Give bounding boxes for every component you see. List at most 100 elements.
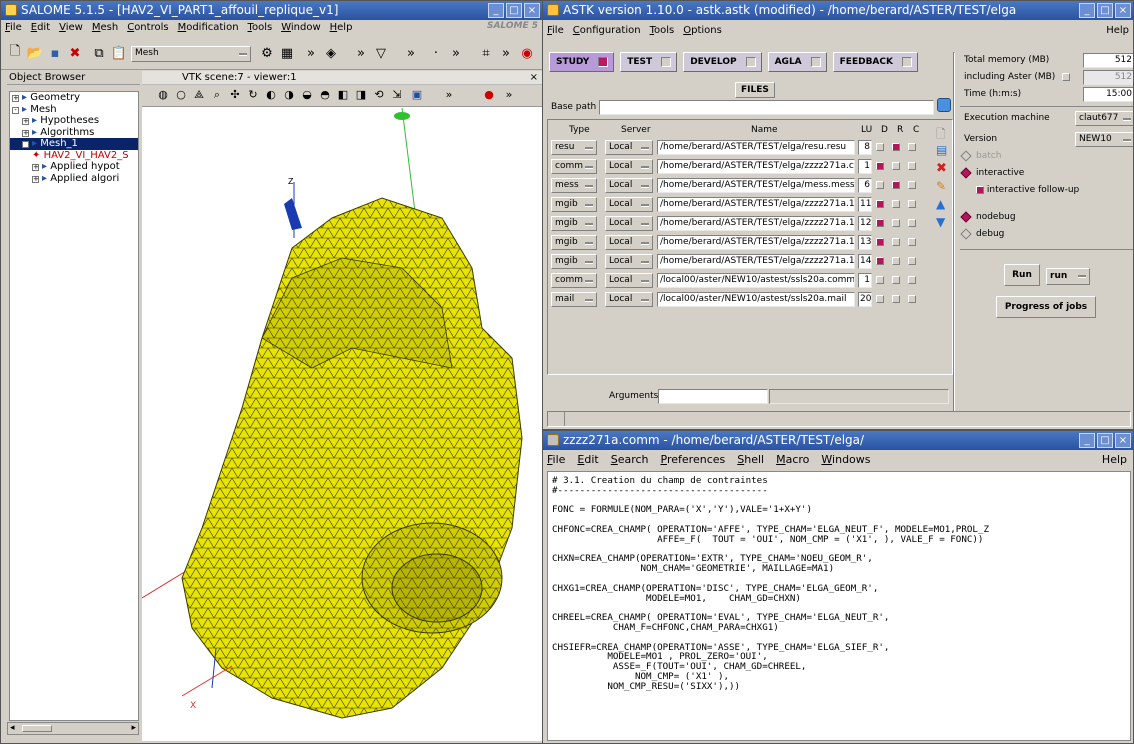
file-type-select[interactable]: mail xyxy=(551,292,597,307)
pan-icon[interactable]: ⟁ xyxy=(192,88,206,102)
compute-icon[interactable]: ◈ xyxy=(321,43,341,63)
file-server-select[interactable]: Local xyxy=(605,159,653,174)
left-view-icon[interactable]: ◧ xyxy=(336,88,350,102)
edit-file-icon[interactable]: ✎ xyxy=(936,179,952,197)
file-c-checkbox[interactable] xyxy=(908,162,916,170)
file-c-checkbox[interactable] xyxy=(908,238,916,246)
delete-file-icon[interactable]: ✖ xyxy=(936,161,952,179)
graduated-axes-icon[interactable]: ▣ xyxy=(410,88,424,102)
including-aster-input[interactable]: 512 xyxy=(1083,70,1133,85)
file-r-checkbox[interactable] xyxy=(892,200,900,208)
reset-view-icon[interactable]: ⟲ xyxy=(372,88,386,102)
close-icon[interactable]: × xyxy=(1115,3,1131,18)
menu-help[interactable]: Help xyxy=(330,20,353,35)
file-type-select[interactable]: resu xyxy=(551,140,597,155)
editor-menu-help[interactable]: Help xyxy=(1102,453,1127,466)
expand-icon[interactable]: - xyxy=(22,141,29,148)
tree-item-4[interactable]: - ▸ Mesh_1 xyxy=(10,138,138,150)
file-r-checkbox[interactable] xyxy=(892,162,900,170)
vtk-viewer[interactable]: VTK scene:7 - viewer:1 × ◍ ○ ⟁ ⌕ ✣ ↻ ◐ ◑… xyxy=(141,71,542,741)
close-icon[interactable]: × xyxy=(524,3,540,18)
menu-edit[interactable]: Edit xyxy=(31,20,50,35)
more-arrows-icon[interactable]: » xyxy=(502,88,516,102)
tree-item-0[interactable]: + ▸ Geometry xyxy=(10,92,138,104)
file-r-checkbox[interactable] xyxy=(892,257,900,265)
file-server-select[interactable]: Local xyxy=(605,292,653,307)
salome-titlebar[interactable]: SALOME 5.1.5 - [HAV2_VI_PART1_affouil_re… xyxy=(1,1,542,20)
time-input[interactable]: 15:00 xyxy=(1083,87,1133,102)
nodebug-radio[interactable] xyxy=(960,210,972,223)
astk-titlebar[interactable]: ASTK version 1.10.0 - astk.astk (modifie… xyxy=(543,1,1133,20)
menu-tools[interactable]: Tools xyxy=(248,20,273,35)
version-select[interactable]: NEW10 xyxy=(1075,132,1133,147)
progress-of-jobs-button[interactable]: Progress of jobs xyxy=(996,296,1096,318)
dump-view-icon[interactable]: ◍ xyxy=(156,88,170,102)
file-r-checkbox[interactable] xyxy=(892,238,900,246)
file-r-checkbox[interactable] xyxy=(892,219,900,227)
save-icon[interactable]: ▪ xyxy=(45,43,65,63)
file-server-select[interactable]: Local xyxy=(605,178,653,193)
batch-radio[interactable] xyxy=(960,149,972,162)
editor-menu-macro[interactable]: Macro xyxy=(776,450,809,470)
fit-all-icon[interactable]: ✣ xyxy=(228,88,242,102)
file-c-checkbox[interactable] xyxy=(908,276,916,284)
viewer-close-icon[interactable]: × xyxy=(530,71,538,85)
menu-view[interactable]: View xyxy=(59,20,83,35)
mode-agla-button[interactable]: AGLA xyxy=(767,52,827,72)
astk-menu-configuration[interactable]: Configuration xyxy=(573,20,641,42)
scroll-thumb[interactable] xyxy=(22,725,52,732)
new-file-icon[interactable]: 🗋 xyxy=(936,125,952,143)
file-c-checkbox[interactable] xyxy=(908,257,916,265)
file-d-checkbox[interactable] xyxy=(876,181,884,189)
paste-icon[interactable]: 📋 xyxy=(109,43,129,63)
expand-icon[interactable]: + xyxy=(32,175,39,183)
menu-controls[interactable]: Controls xyxy=(127,20,168,35)
module-select[interactable]: Mesh xyxy=(131,46,251,62)
maximize-icon[interactable]: □ xyxy=(1097,433,1113,448)
file-server-select[interactable]: Local xyxy=(605,216,653,231)
file-path-input[interactable]: /home/berard/ASTER/TEST/elga/mess.mess xyxy=(657,178,855,193)
file-lu-input[interactable]: 13 xyxy=(858,235,872,250)
file-path-input[interactable]: /home/berard/ASTER/TEST/elga/zzzz271a.13 xyxy=(657,235,855,250)
file-type-select[interactable]: mess xyxy=(551,178,597,193)
interactive-followup-checkbox[interactable] xyxy=(976,185,984,194)
file-server-select[interactable]: Local xyxy=(605,254,653,269)
mode-feedback-button[interactable]: FEEDBACK xyxy=(832,52,918,72)
rotate-icon[interactable]: ↻ xyxy=(246,88,260,102)
maximize-icon[interactable]: □ xyxy=(506,3,522,18)
trihedron-icon[interactable]: ○ xyxy=(174,88,188,102)
mode-test-button[interactable]: TEST xyxy=(620,52,678,72)
file-type-select[interactable]: comm xyxy=(551,273,597,288)
file-d-checkbox[interactable] xyxy=(876,162,884,170)
file-path-input[interactable]: /home/berard/ASTER/TEST/elga/zzzz271a.12 xyxy=(657,216,855,231)
more-arrows-icon[interactable]: » xyxy=(446,43,466,63)
editor-menu-edit[interactable]: Edit xyxy=(577,450,598,470)
more-arrows-icon[interactable]: » xyxy=(301,43,321,63)
arguments-input[interactable] xyxy=(658,389,768,404)
record-icon[interactable]: ● xyxy=(482,88,496,102)
object-browser-scrollbar[interactable]: ◂ ▸ xyxy=(7,722,139,735)
file-lu-input[interactable]: 8 xyxy=(858,140,872,155)
menu-modification[interactable]: Modification xyxy=(178,20,239,35)
interactive-radio[interactable] xyxy=(960,166,972,179)
menu-window[interactable]: Window xyxy=(281,20,320,35)
editor-menu-search[interactable]: Search xyxy=(611,450,649,470)
file-server-select[interactable]: Local xyxy=(605,140,653,155)
file-path-input[interactable]: /home/berard/ASTER/TEST/elga/zzzz271a.11 xyxy=(657,197,855,212)
top-view-icon[interactable]: ◒ xyxy=(300,88,314,102)
scaling-icon[interactable]: ⇲ xyxy=(390,88,404,102)
open-file-icon[interactable]: ▤ xyxy=(936,143,952,161)
stop-icon[interactable]: ◉ xyxy=(517,43,537,63)
more-arrows-icon[interactable]: » xyxy=(442,88,456,102)
exec-machine-select[interactable]: claut677 xyxy=(1075,111,1133,126)
file-path-input[interactable]: /home/berard/ASTER/TEST/elga/resu.resu xyxy=(657,140,855,155)
new-file-icon[interactable]: 🗋 xyxy=(5,43,25,63)
file-path-input[interactable]: /local00/aster/NEW10/astest/ssls20a.comm xyxy=(657,273,855,288)
file-c-checkbox[interactable] xyxy=(908,143,916,151)
file-lu-input[interactable]: 20 xyxy=(858,292,872,307)
file-lu-input[interactable]: 11 xyxy=(858,197,872,212)
file-c-checkbox[interactable] xyxy=(908,200,916,208)
more-arrows-icon[interactable]: » xyxy=(351,43,371,63)
file-r-checkbox[interactable] xyxy=(892,295,900,303)
file-server-select[interactable]: Local xyxy=(605,235,653,250)
